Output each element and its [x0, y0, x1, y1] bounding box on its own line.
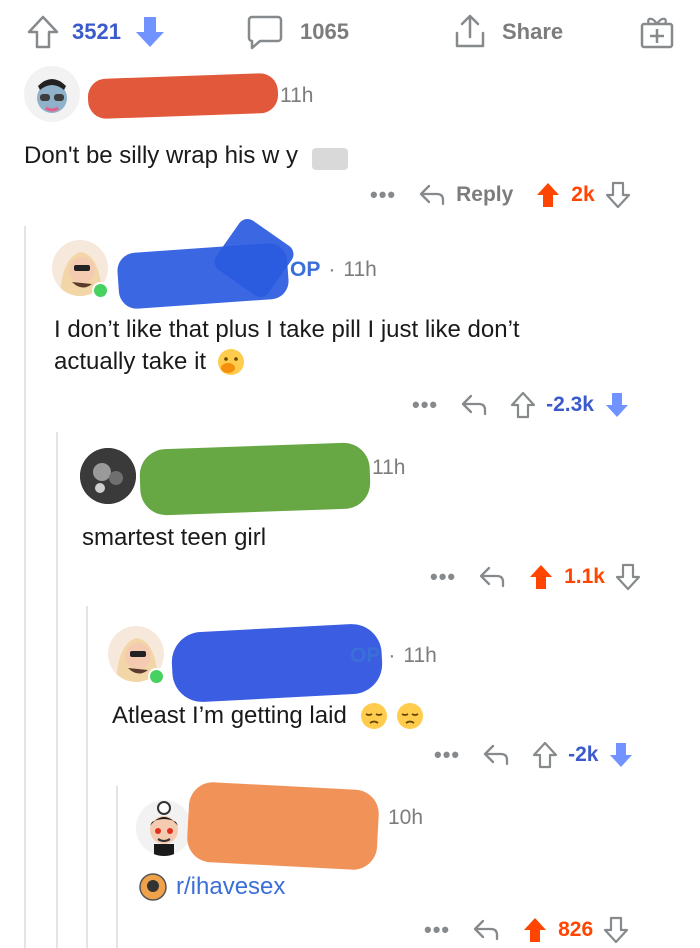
upvote-icon[interactable]	[528, 563, 554, 591]
subreddit-link[interactable]: r/ihavesex	[138, 872, 285, 902]
redacted-username-scribble	[87, 72, 279, 120]
pensive-emoji-icon	[359, 701, 389, 731]
comment-count: 1065	[300, 19, 349, 44]
face-emoji-icon	[216, 347, 246, 377]
downvote-icon[interactable]	[604, 391, 630, 419]
redacted-username-scribble	[186, 781, 380, 871]
upvote-icon[interactable]	[510, 391, 536, 419]
online-status-dot	[148, 668, 165, 685]
more-dots-icon[interactable]: •••	[434, 742, 460, 768]
op-badge: OP	[290, 258, 321, 281]
upvote-icon[interactable]	[522, 916, 548, 944]
comment-meta: OP · 11h	[290, 258, 377, 282]
thread-line[interactable]	[56, 432, 58, 948]
share-button[interactable]: Share	[452, 12, 563, 52]
comment-body: smartest teen girl	[82, 524, 267, 551]
comment-bubble-icon	[246, 13, 284, 51]
redacted-word-scribble	[312, 148, 348, 170]
more-dots-icon[interactable]: •••	[412, 392, 438, 418]
comment-actions: ••• -2k	[434, 736, 634, 774]
avatar[interactable]	[136, 800, 192, 856]
reply-arrow-icon	[418, 183, 446, 207]
comment-meta: OP · 11h	[350, 644, 437, 668]
comment-actions: ••• -2.3k	[412, 386, 630, 424]
post-upvote-count: 3521	[72, 19, 121, 44]
comment-body: Don't be silly wrap his w y	[24, 142, 299, 169]
post-upvote-group: 3521	[26, 12, 167, 52]
reply-arrow-icon[interactable]	[478, 565, 506, 589]
subreddit-link-label: r/ihavesex	[176, 873, 286, 900]
gift-icon[interactable]	[638, 12, 676, 50]
reply-arrow-icon[interactable]	[482, 743, 510, 767]
downvote-icon[interactable]	[603, 916, 629, 944]
more-dots-icon[interactable]: •••	[430, 564, 456, 590]
score: 1.1k	[564, 565, 605, 588]
meta-separator: ·	[328, 258, 336, 281]
pensive-emoji-icon	[395, 701, 425, 731]
comment-body-line: actually take it	[54, 346, 520, 378]
more-dots-icon[interactable]: •••	[370, 182, 396, 208]
vote-controls: 826	[522, 916, 629, 944]
reply-arrow-icon[interactable]	[460, 393, 488, 417]
downvote-icon[interactable]	[605, 181, 631, 209]
comment-time: 11h	[343, 258, 377, 281]
score: -2k	[568, 743, 599, 766]
thread-line[interactable]	[86, 606, 88, 948]
comment-actions: ••• Reply 2k	[370, 176, 631, 214]
thread-line[interactable]	[116, 786, 118, 948]
vote-controls: 2k	[535, 181, 630, 209]
vote-controls: 1.1k	[528, 563, 641, 591]
score: 826	[558, 918, 594, 941]
comment-time: 11h	[403, 644, 437, 667]
avatar[interactable]	[80, 448, 136, 504]
upvote-icon[interactable]	[535, 181, 561, 209]
reply-arrow-icon[interactable]	[472, 918, 500, 942]
upvote-icon[interactable]	[26, 14, 60, 50]
comment-time: 11h	[280, 84, 314, 107]
reply-button[interactable]: Reply	[418, 183, 513, 207]
more-dots-icon[interactable]: •••	[424, 917, 450, 943]
op-badge: OP	[350, 644, 381, 667]
score: -2.3k	[546, 393, 594, 416]
comment-actions: ••• 826	[424, 912, 629, 948]
vote-controls: -2.3k	[510, 391, 630, 419]
downvote-icon[interactable]	[133, 14, 167, 50]
redacted-username-scribble	[138, 442, 372, 516]
comment-actions: ••• 1.1k	[430, 558, 641, 596]
downvote-icon[interactable]	[608, 741, 634, 769]
reply-label: Reply	[456, 183, 514, 206]
share-icon	[452, 13, 488, 51]
vote-controls: -2k	[532, 741, 634, 769]
downvote-icon[interactable]	[615, 563, 641, 591]
upvote-icon[interactable]	[532, 741, 558, 769]
thread-line[interactable]	[24, 226, 26, 948]
score: 2k	[571, 183, 595, 206]
subreddit-avatar-icon	[138, 872, 168, 902]
comment-body: Atleast I’m getting laid	[112, 700, 425, 732]
meta-separator: ·	[388, 644, 396, 667]
share-label: Share	[502, 19, 564, 44]
avatar[interactable]	[24, 66, 80, 122]
comments-button[interactable]: 1065	[246, 12, 349, 52]
comment-body: I don’t like that plus I take pill I jus…	[54, 314, 520, 378]
online-status-dot	[92, 282, 109, 299]
comment-time: 10h	[388, 806, 424, 829]
comment-time: 11h	[372, 456, 406, 479]
